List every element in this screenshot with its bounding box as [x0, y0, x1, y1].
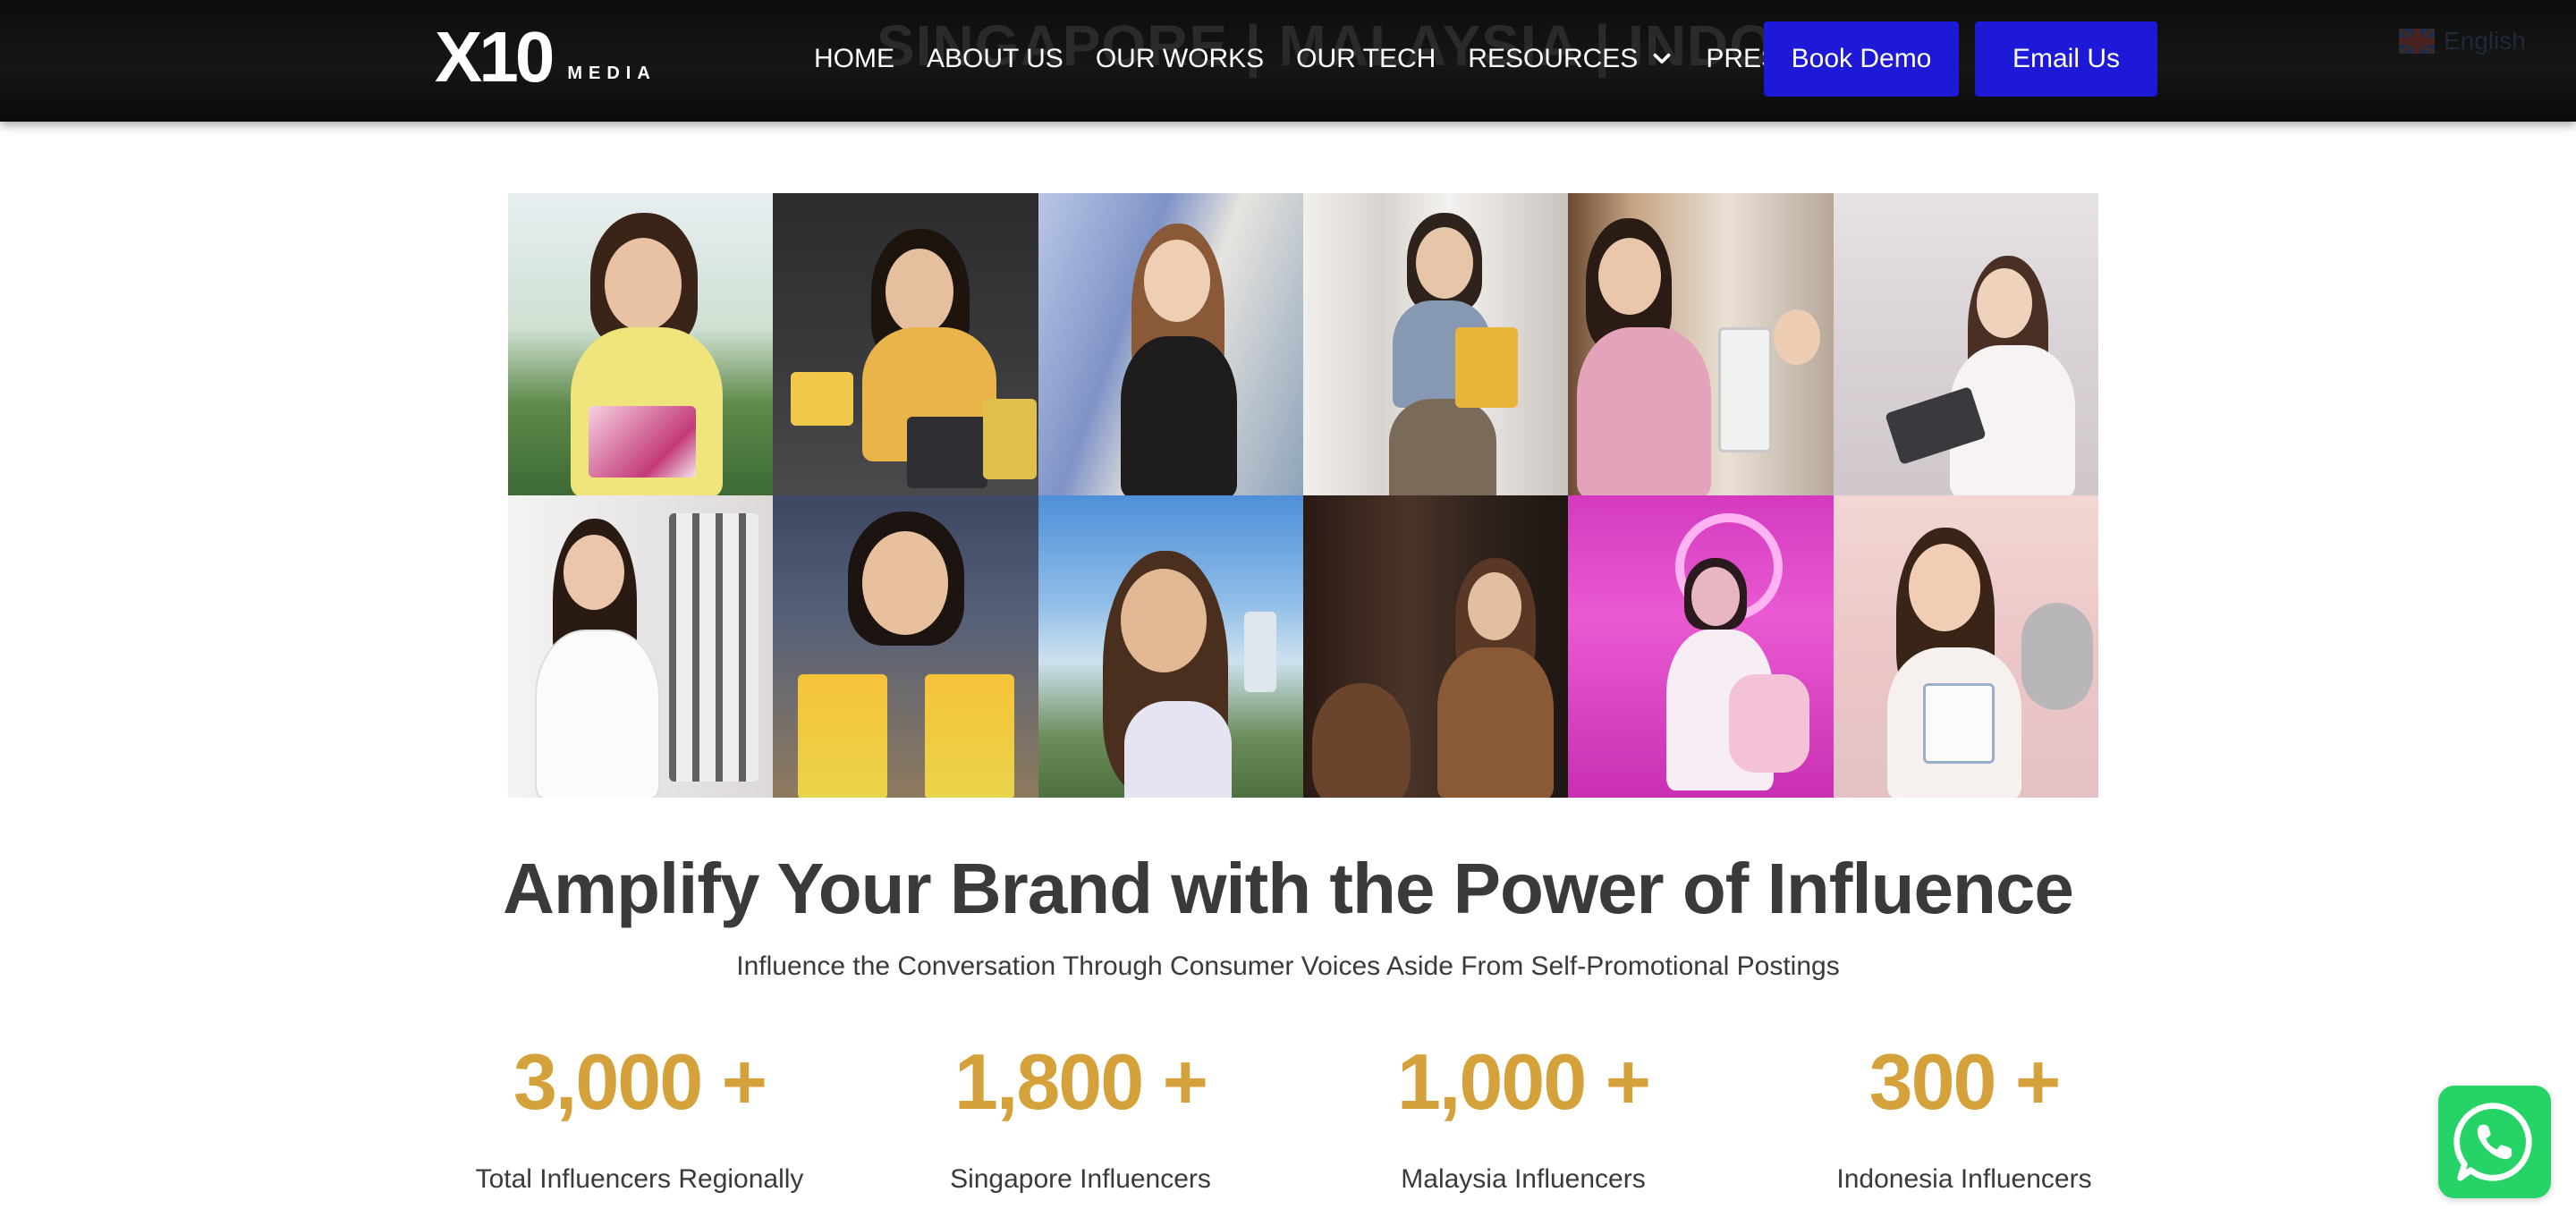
water-dispenser-prop: [1718, 327, 1773, 452]
skirt-shape: [1389, 399, 1496, 495]
gallery-photo: [1303, 193, 1569, 495]
gallery-photo: [1038, 193, 1303, 495]
gift-card-prop: [1922, 683, 1995, 764]
popcorn-bucket-prop: [798, 674, 888, 798]
uk-flag-icon: [2399, 29, 2435, 54]
top-shape: [1577, 327, 1712, 495]
nav-item-our-tech[interactable]: OUR TECH: [1296, 39, 1436, 79]
nav-item-label: HOME: [814, 44, 894, 73]
language-label: English: [2444, 27, 2526, 55]
nav-item-label: OUR TECH: [1296, 44, 1436, 73]
nav-item-resources[interactable]: RESOURCES: [1468, 39, 1674, 79]
gallery-photo: [1833, 495, 2098, 798]
nav-item-label: OUR WORKS: [1095, 44, 1265, 73]
stat-total-influencers: 3,000 + Total Influencers Regionally: [425, 1037, 854, 1195]
whatsapp-icon: [2453, 1103, 2532, 1181]
stat-value: 3,000 +: [513, 1037, 767, 1126]
nav-item-label: ABOUT US: [927, 44, 1063, 73]
nav-item-our-works[interactable]: OUR WORKS: [1096, 39, 1264, 79]
stat-singapore-influencers: 1,800 + Singapore Influencers: [866, 1037, 1295, 1195]
backpack-prop: [1455, 327, 1518, 408]
face-shape: [1416, 227, 1473, 299]
face-shape: [1976, 268, 2032, 338]
top-shape: [1437, 647, 1554, 798]
gallery-photo: [1568, 193, 1834, 495]
face-shape: [564, 535, 624, 610]
book-demo-button[interactable]: Book Demo: [1764, 21, 1959, 97]
top-shape: [535, 630, 660, 798]
logo-subtext: MEDIA: [567, 63, 657, 83]
stat-malaysia-influencers: 1,000 + Malaysia Influencers: [1309, 1037, 1738, 1195]
gallery-photo: [773, 193, 1038, 495]
face-shape: [1468, 572, 1521, 640]
email-us-button[interactable]: Email Us: [1975, 21, 2157, 97]
nav-item-about-us[interactable]: ABOUT US: [927, 39, 1063, 79]
page-headline: Amplify Your Brand with the Power of Inf…: [503, 849, 2074, 928]
stat-indonesia-influencers: 300 + Indonesia Influencers: [1750, 1037, 2179, 1195]
top-shape: [1120, 336, 1237, 495]
chevron-down-icon: [1653, 53, 1671, 64]
stat-value: 1,800 +: [953, 1037, 1208, 1126]
stat-label: Malaysia Influencers: [1401, 1164, 1646, 1194]
stat-label: Singapore Influencers: [950, 1164, 1211, 1194]
language-selector[interactable]: English: [2399, 27, 2526, 55]
stat-value: 300 +: [1868, 1037, 2062, 1126]
face-shape: [886, 249, 954, 334]
nav-item-label: RESOURCES: [1468, 44, 1639, 73]
gallery-photo: [1038, 495, 1303, 798]
face-shape: [1143, 240, 1210, 322]
face-shape: [1598, 238, 1662, 315]
main-nav: HOME ABOUT US OUR WORKS OUR TECH RESOURC…: [814, 39, 1833, 79]
snack-pack-prop: [791, 372, 854, 426]
face-shape: [1120, 569, 1207, 672]
whatsapp-chat-button[interactable]: [2438, 1086, 2551, 1198]
hair-shape: [1312, 683, 1411, 798]
gallery-photo: [1303, 495, 1569, 798]
popcorn-bucket-prop: [925, 674, 1015, 798]
child-face-shape: [1774, 309, 1821, 365]
gallery-photo: [1568, 495, 1834, 798]
face-shape: [605, 238, 682, 331]
plush-toy-prop: [2021, 603, 2093, 710]
face-shape: [1691, 567, 1741, 626]
watch-display-prop: [669, 513, 758, 782]
stat-label: Indonesia Influencers: [1836, 1164, 2092, 1194]
drink-can-prop: [1243, 612, 1276, 692]
snack-pack-prop: [983, 399, 1038, 479]
nav-item-home[interactable]: HOME: [814, 39, 894, 79]
stat-label: Total Influencers Regionally: [475, 1164, 804, 1194]
chair-prop: [1729, 674, 1810, 773]
tissue-box-prop: [589, 406, 696, 478]
site-header: SINGAPORE | MALAYSIA | INDONESIA X10 MED…: [0, 0, 2576, 122]
influencer-photo-grid: [508, 193, 2098, 798]
gallery-photo: [508, 495, 774, 798]
page-subheadline: Influence the Conversation Through Consu…: [736, 951, 1840, 981]
gallery-photo: [508, 193, 774, 495]
top-shape: [1123, 701, 1232, 798]
x10-media-logo[interactable]: X10 MEDIA: [435, 21, 657, 93]
snack-pack-prop: [907, 417, 988, 488]
gallery-photo: [1833, 193, 2098, 495]
gallery-photo: [773, 495, 1038, 798]
stat-value: 1,000 +: [1396, 1037, 1651, 1126]
face-shape: [862, 531, 949, 635]
logo-mark: X10: [435, 17, 555, 97]
face-shape: [1908, 544, 1980, 631]
